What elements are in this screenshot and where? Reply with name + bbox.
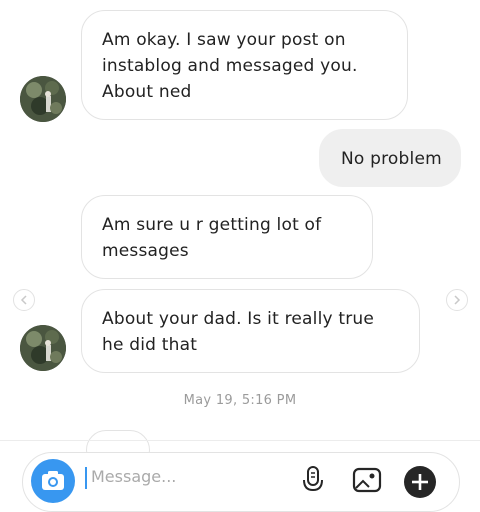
message-text-line: he did that: [102, 335, 198, 355]
message-text-line: Am okay. I saw your post on: [102, 30, 346, 50]
message-input[interactable]: Message...: [91, 467, 176, 486]
message-bubble-incoming[interactable]: About your dad. Is it really true he did…: [81, 289, 420, 373]
chevron-right-icon: [454, 295, 461, 305]
sender-avatar[interactable]: [20, 325, 66, 371]
message-text-line: messages: [102, 241, 189, 261]
message-composer: Message...: [22, 452, 460, 512]
message-timestamp: May 19, 5:16 PM: [183, 393, 297, 408]
gallery-icon[interactable]: [352, 467, 382, 493]
add-icon[interactable]: [403, 465, 437, 499]
chevron-left-icon: [20, 295, 27, 305]
previous-arrow-button[interactable]: [13, 289, 35, 311]
camera-button[interactable]: [31, 459, 75, 503]
sender-avatar[interactable]: [20, 76, 66, 122]
avatar-photo: [20, 76, 66, 122]
next-arrow-button[interactable]: [446, 289, 468, 311]
message-text-line: Am sure u r getting lot of: [102, 215, 322, 235]
message-text-line: About ned: [102, 82, 192, 102]
avatar-photo: [20, 325, 66, 371]
message-text-line: No problem: [341, 149, 442, 169]
message-bubble-outgoing[interactable]: No problem: [319, 129, 461, 187]
camera-icon: [42, 471, 64, 490]
message-bubble-incoming[interactable]: Am sure u r getting lot of messages: [81, 195, 373, 279]
message-bubble-incoming[interactable]: Am okay. I saw your post on instablog an…: [81, 10, 408, 120]
message-text-line: instablog and messaged you.: [102, 56, 358, 76]
composer-divider: [0, 440, 480, 441]
microphone-icon[interactable]: [301, 465, 325, 495]
message-text-line: About your dad. Is it really true: [102, 309, 375, 329]
